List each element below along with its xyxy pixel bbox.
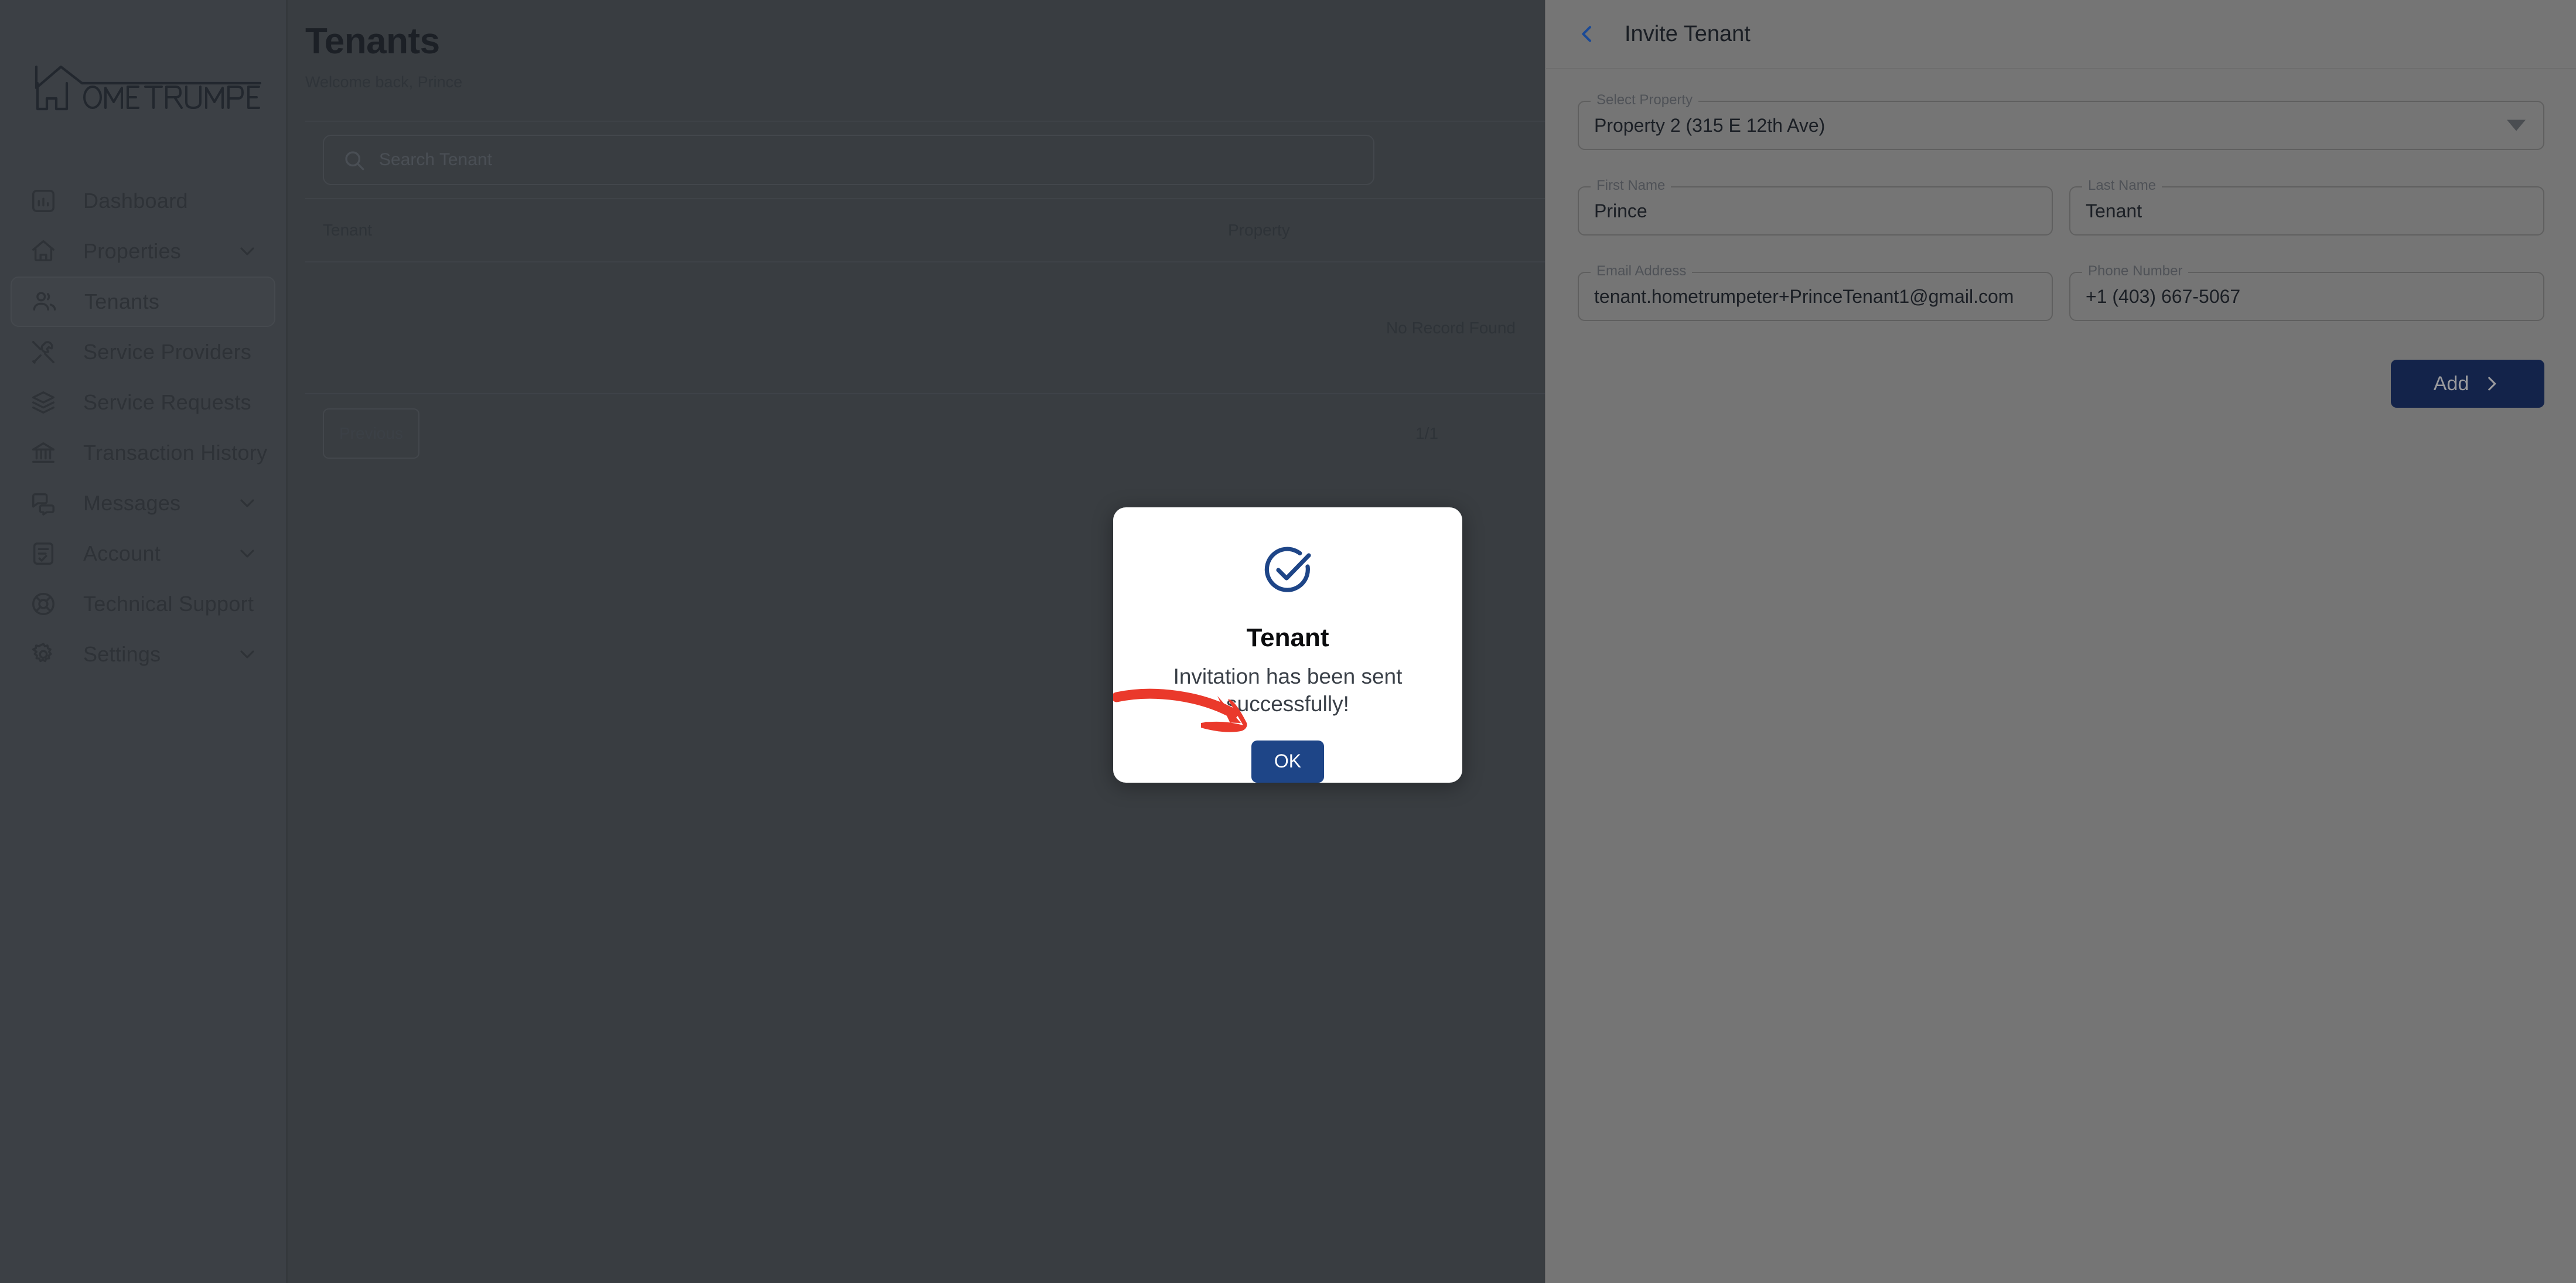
sidebar-item-tenants[interactable]: Tenants (11, 277, 275, 327)
chevron-down-icon[interactable] (236, 643, 259, 666)
first-name-field[interactable]: First Name Prince (1578, 178, 2053, 236)
chevron-left-icon[interactable] (1574, 21, 1600, 47)
sidebar-item-label: Service Requests (83, 390, 251, 414)
tenants-card: Search Tenant Tenant Property No Record … (305, 121, 1551, 473)
last-name-field[interactable]: Last Name Tenant (2069, 178, 2544, 236)
sidebar: Dashboard Properties Tenants Service Pro… (0, 0, 288, 1283)
modal-title: Tenant (1246, 623, 1329, 652)
search-icon (342, 148, 366, 172)
search-placeholder: Search Tenant (379, 150, 492, 170)
sidebar-item-settings[interactable]: Settings (11, 629, 275, 680)
success-modal: Tenant Invitation has been sent successf… (1113, 507, 1462, 783)
select-property-value: Property 2 (315 E 12th Ave) (1594, 114, 1826, 136)
drawer-header: Invite Tenant (1546, 0, 2576, 69)
sidebar-nav: Dashboard Properties Tenants Service Pro… (0, 176, 286, 680)
invite-tenant-drawer: Invite Tenant Select Property Property 2… (1545, 0, 2576, 1283)
home-icon (28, 236, 59, 267)
email-address-field[interactable]: Email Address tenant.hometrumpeter+Princ… (1578, 263, 2053, 321)
chevron-down-icon[interactable] (2507, 120, 2526, 131)
sidebar-item-service-requests[interactable]: Service Requests (11, 377, 275, 428)
sidebar-item-label: Transaction History (83, 441, 268, 465)
first-name-label: First Name (1591, 178, 1671, 194)
table-header-row: Tenant Property (305, 199, 1551, 263)
column-header-tenant: Tenant (323, 221, 373, 240)
gear-icon (28, 639, 59, 670)
chevron-right-icon (2482, 374, 2502, 394)
sidebar-item-messages[interactable]: Messages (11, 478, 275, 528)
table-body: No Record Found (305, 262, 1551, 395)
sidebar-item-account[interactable]: Account (11, 528, 275, 579)
sidebar-item-label: Tenants (84, 289, 160, 313)
chevron-down-icon[interactable] (236, 240, 259, 263)
select-property-dropdown[interactable]: Select Property Property 2 (315 E 12th A… (1578, 92, 2544, 150)
last-name-value: Tenant (2086, 200, 2142, 221)
lifebuoy-icon (28, 589, 59, 619)
app-root: Dashboard Properties Tenants Service Pro… (0, 0, 2576, 1283)
tools-icon (28, 337, 59, 367)
add-button-label: Add (2433, 372, 2469, 395)
sidebar-item-label: Settings (83, 642, 161, 666)
chart-bar-icon (28, 186, 59, 216)
layers-icon (28, 387, 59, 418)
modal-message: Invitation has been sent successfully! (1173, 664, 1403, 716)
chevron-down-icon[interactable] (236, 492, 259, 515)
email-address-value: tenant.hometrumpeter+PrinceTenant1@gmail… (1594, 285, 2014, 307)
submit-row: Add (1578, 360, 2544, 408)
sidebar-item-dashboard[interactable]: Dashboard (11, 176, 275, 226)
name-fields-row: First Name Prince Last Name Tenant (1578, 178, 2544, 236)
email-address-label: Email Address (1591, 263, 1693, 279)
contact-fields-row: Email Address tenant.hometrumpeter+Princ… (1578, 263, 2544, 321)
tenants-table: Tenant Property No Record Found Previous… (305, 198, 1551, 473)
search-row: Search Tenant (305, 122, 1551, 198)
first-name-value: Prince (1594, 200, 1647, 221)
select-property-label: Select Property (1591, 92, 1699, 108)
phone-number-value: +1 (403) 667-5067 (2086, 285, 2241, 307)
last-name-label: Last Name (2082, 178, 2162, 194)
phone-number-field[interactable]: Phone Number +1 (403) 667-5067 (2069, 263, 2544, 321)
ok-button[interactable]: OK (1251, 740, 1324, 783)
sidebar-item-technical-support[interactable]: Technical Support (11, 579, 275, 629)
search-input[interactable]: Search Tenant (323, 135, 1374, 186)
brand-logo[interactable] (0, 0, 286, 176)
sidebar-item-label: Service Providers (83, 340, 252, 364)
sidebar-item-service-providers[interactable]: Service Providers (11, 327, 275, 377)
column-header-property: Property (1228, 221, 1290, 240)
clipboard-check-icon (28, 538, 59, 569)
users-icon (29, 286, 60, 317)
empty-state-text: No Record Found (1386, 318, 1516, 337)
sidebar-item-label: Dashboard (83, 189, 188, 213)
invite-tenant-form: Select Property Property 2 (315 E 12th A… (1546, 69, 2576, 408)
phone-number-label: Phone Number (2082, 263, 2189, 279)
home-trumpeter-logo-icon (35, 65, 262, 111)
sidebar-item-label: Technical Support (83, 592, 254, 616)
sidebar-item-label: Account (83, 541, 161, 565)
chat-bubbles-icon (28, 488, 59, 518)
check-circle-icon (1260, 542, 1316, 599)
drawer-title: Invite Tenant (1625, 21, 1751, 46)
sidebar-item-transaction-history[interactable]: Transaction History (11, 428, 275, 478)
chevron-down-icon[interactable] (236, 542, 259, 565)
table-footer: Previous 1/1 (305, 394, 1551, 473)
bank-icon (28, 438, 59, 468)
sidebar-item-label: Messages (83, 491, 181, 515)
sidebar-item-label: Properties (83, 239, 182, 263)
previous-page-button[interactable]: Previous (323, 408, 419, 459)
page-indicator: 1/1 (1415, 424, 1438, 443)
add-tenant-button[interactable]: Add (2391, 360, 2544, 408)
sidebar-item-properties[interactable]: Properties (11, 226, 275, 277)
